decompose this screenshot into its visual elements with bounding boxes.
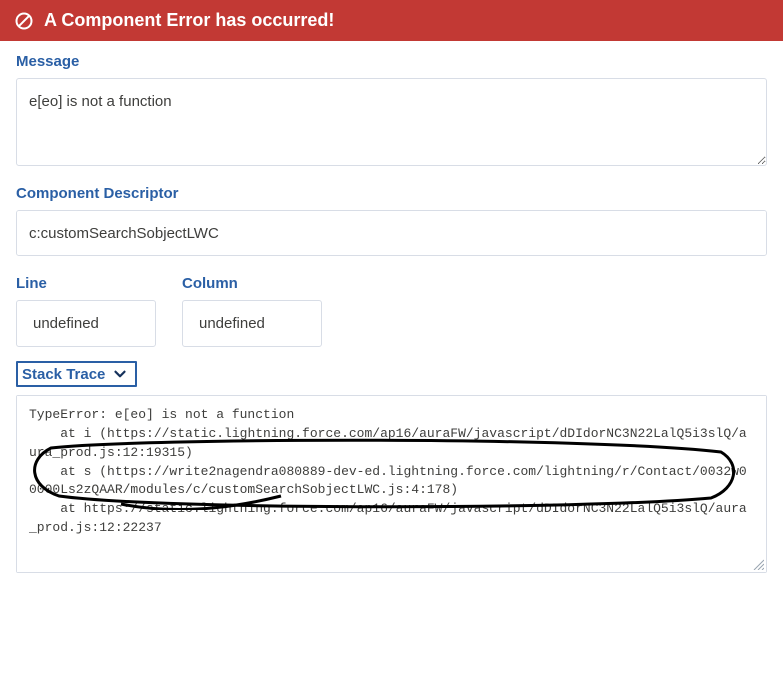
line-column-row: Line undefined Column undefined bbox=[0, 275, 783, 361]
component-descriptor-label: Component Descriptor bbox=[16, 185, 767, 202]
error-banner-title: A Component Error has occurred! bbox=[44, 10, 334, 31]
stack-trace-textarea[interactable]: TypeError: e[eo] is not a function at i … bbox=[17, 396, 766, 572]
ban-icon bbox=[14, 11, 34, 31]
error-banner: A Component Error has occurred! bbox=[0, 0, 783, 41]
component-descriptor-section: Component Descriptor bbox=[0, 185, 783, 275]
line-value[interactable]: undefined bbox=[16, 300, 156, 347]
error-panel: A Component Error has occurred! Message … bbox=[0, 0, 783, 583]
component-descriptor-textarea[interactable] bbox=[16, 210, 767, 256]
stack-trace-label: Stack Trace bbox=[22, 366, 105, 383]
chevron-down-icon bbox=[111, 365, 129, 383]
message-label: Message bbox=[16, 53, 767, 70]
line-label: Line bbox=[16, 275, 156, 292]
message-textarea[interactable] bbox=[16, 78, 767, 166]
column-label: Column bbox=[182, 275, 322, 292]
column-section: Column undefined bbox=[182, 275, 322, 347]
line-section: Line undefined bbox=[16, 275, 156, 347]
stack-trace-toggle[interactable]: Stack Trace bbox=[16, 361, 137, 387]
stack-trace-section: TypeError: e[eo] is not a function at i … bbox=[16, 395, 767, 573]
message-section: Message bbox=[0, 53, 783, 185]
column-value[interactable]: undefined bbox=[182, 300, 322, 347]
